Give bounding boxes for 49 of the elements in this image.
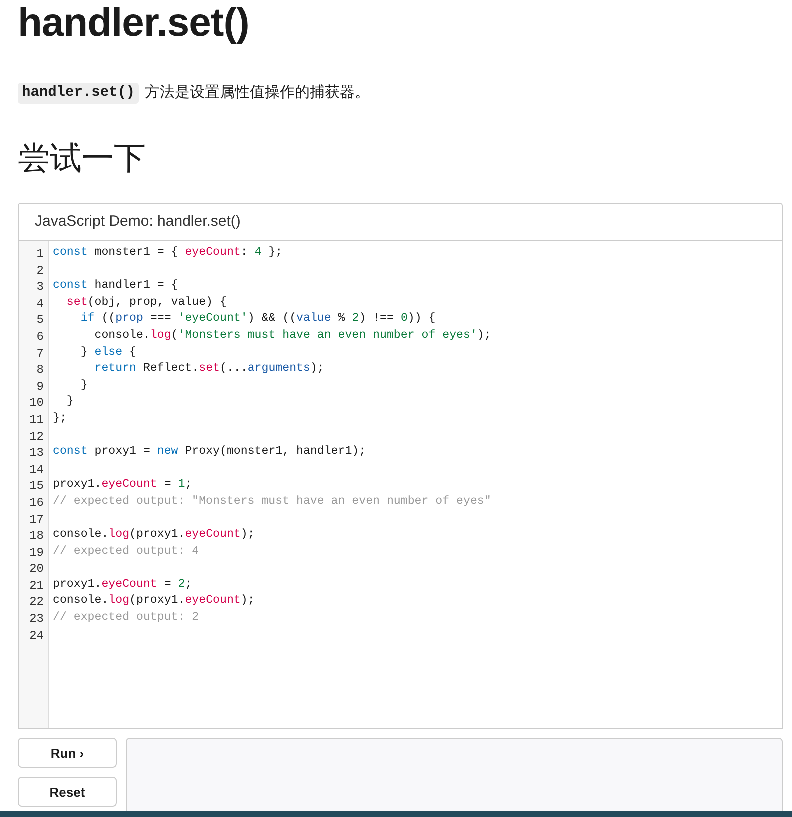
line-number: 2 [36,264,44,278]
line-number: 16 [30,496,44,510]
code-line: // expected output: "Monsters must have an even number of eyes" [53,494,492,510]
line-number: 10 [30,396,44,410]
code-line: // expected output: 2 [53,610,200,626]
line-number: 9 [36,380,44,394]
line-number: 15 [30,479,44,494]
code-line: proxy1.eyeCount = 1; [53,477,192,494]
code-line: console.log(proxy1.eyeCount); [53,593,255,610]
line-number: 14 [30,462,44,477]
line-number: 4 [36,296,44,311]
line-number: 20 [30,562,44,576]
line-number: 19 [30,546,44,560]
line-number: 12 [30,430,44,444]
line-number: 8 [36,363,44,378]
code-line: set(obj, prop, value) { [66,294,227,311]
code-line: proxy1.eyeCount = 2; [53,576,192,593]
code-line: } else { [80,344,137,361]
code-line: } [80,378,88,394]
code-line: if ((prop === 'eyeCount') && ((value % 2) !== 0)) { [80,311,436,328]
demo-button[interactable]: Run › [18,738,117,768]
line-number: 11 [30,412,44,427]
code-line: console.log(proxy1.eyeCount); [53,527,255,544]
line-number: 13 [30,446,44,460]
line-number: 5 [36,313,44,328]
line-number: 22 [30,595,44,610]
demo-title: JavaScript Demo: handler.set() [35,212,241,232]
page-title: handler.set() [18,0,250,46]
intro-text: 方法是设置属性值操作的捕获器。 [145,83,370,103]
line-number: 23 [30,612,44,626]
line-number: 6 [36,330,44,344]
line-number: 21 [30,578,44,593]
line-number: 17 [30,512,44,526]
code-line: return Reflect.set(...arguments); [94,361,324,378]
section-heading: 尝试一下 [18,139,146,178]
code-line: }; [53,410,67,427]
inline-code: handler.set() [18,82,140,104]
line-number: 18 [30,529,44,544]
code-line: console.log('Monsters must have an even number of eyes'); [94,328,492,344]
demo-button[interactable]: Reset [18,777,117,807]
code-line: // expected output: 4 [53,544,200,560]
line-number: 1 [36,247,44,261]
line-number: 3 [36,280,44,294]
code-line: } [66,394,74,410]
line-number: 24 [30,628,44,643]
line-number: 7 [36,346,44,361]
code-line: const handler1 = { [53,278,178,294]
code-line: const proxy1 = new Proxy(monster1, handler1); [53,444,366,460]
code-line: const monster1 = { eyeCount: 4 }; [53,245,283,261]
